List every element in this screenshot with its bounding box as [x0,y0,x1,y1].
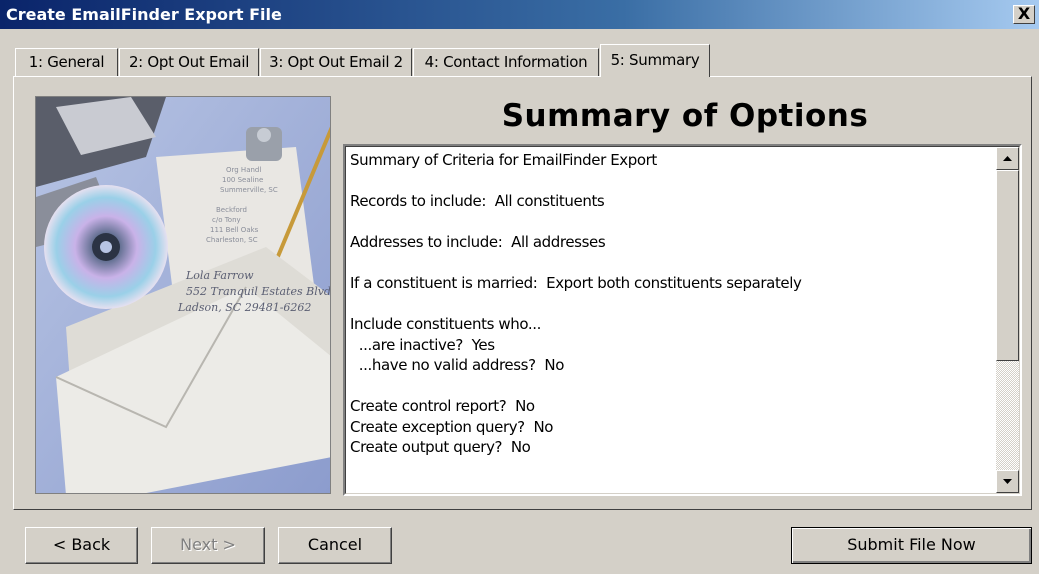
summary-line: ...are inactive? Yes [350,335,495,354]
address-line-street: 552 Tranquil Estates Blvd [186,285,331,298]
summary-line: Include constituents who... [350,315,541,333]
cancel-button[interactable]: Cancel [278,527,392,564]
summary-line: Create exception query? No [350,417,554,436]
summary-line [350,294,990,315]
svg-text:100 Sealine: 100 Sealine [222,176,263,184]
next-button[interactable]: Next > [151,527,265,564]
svg-text:111 Bell Oaks: 111 Bell Oaks [210,226,259,234]
summary-line: ...have no valid address? No [350,356,565,374]
summary-line: Records to include: All constituents [350,192,605,210]
summary-line [350,376,990,397]
scroll-down-button[interactable] [996,470,1019,493]
summary-line: Create control report? No [350,397,535,415]
svg-text:Org Handl: Org Handl [226,166,261,174]
summary-line: Addresses to include: All addresses [350,233,606,251]
back-button[interactable]: < Back [25,527,138,564]
envelope-illustration-art: Org Handl 100 Sealine Summerville, SC Be… [36,97,331,493]
vertical-scrollbar[interactable] [996,147,1019,493]
envelope-illustration: Org Handl 100 Sealine Summerville, SC Be… [35,96,331,494]
tab-opt-out-email-2[interactable]: 3: Opt Out Email 2 [260,48,412,76]
summary-text-box[interactable]: Summary of Criteria for EmailFinder Expo… [343,144,1022,496]
summary-line [350,212,990,233]
summary-line: If a constituent is married: Export both… [350,274,802,292]
tab-summary[interactable]: 5: Summary [600,44,710,77]
svg-text:Beckford: Beckford [216,206,247,214]
title-bar: Create EmailFinder Export File X [0,0,1039,29]
summary-text: Summary of Criteria for EmailFinder Expo… [350,150,990,458]
scrollbar-thumb[interactable] [996,170,1019,361]
tab-contact-information[interactable]: 4: Contact Information [413,48,599,76]
summary-line: Create output query? No [350,438,531,456]
close-button[interactable]: X [1013,5,1035,24]
address-line-city: Ladson, SC 29481-6262 [177,301,311,314]
tab-opt-out-email[interactable]: 2: Opt Out Email [119,48,259,76]
tab-general[interactable]: 1: General [15,48,118,76]
address-line-name: Lola Farrow [185,269,254,282]
summary-line: Summary of Criteria for EmailFinder Expo… [350,151,657,169]
svg-text:Summerville, SC: Summerville, SC [220,186,278,194]
arrow-down-icon [1003,479,1012,484]
window-title: Create EmailFinder Export File [6,5,282,24]
summary-line [350,171,990,192]
svg-text:Charleston, SC: Charleston, SC [206,236,258,244]
submit-file-now-button[interactable]: Submit File Now [791,527,1032,564]
scroll-up-button[interactable] [996,147,1019,170]
arrow-up-icon [1003,156,1012,161]
summary-line [350,253,990,274]
svg-text:c/o Tony: c/o Tony [212,216,241,224]
summary-heading: Summary of Options [501,98,869,134]
